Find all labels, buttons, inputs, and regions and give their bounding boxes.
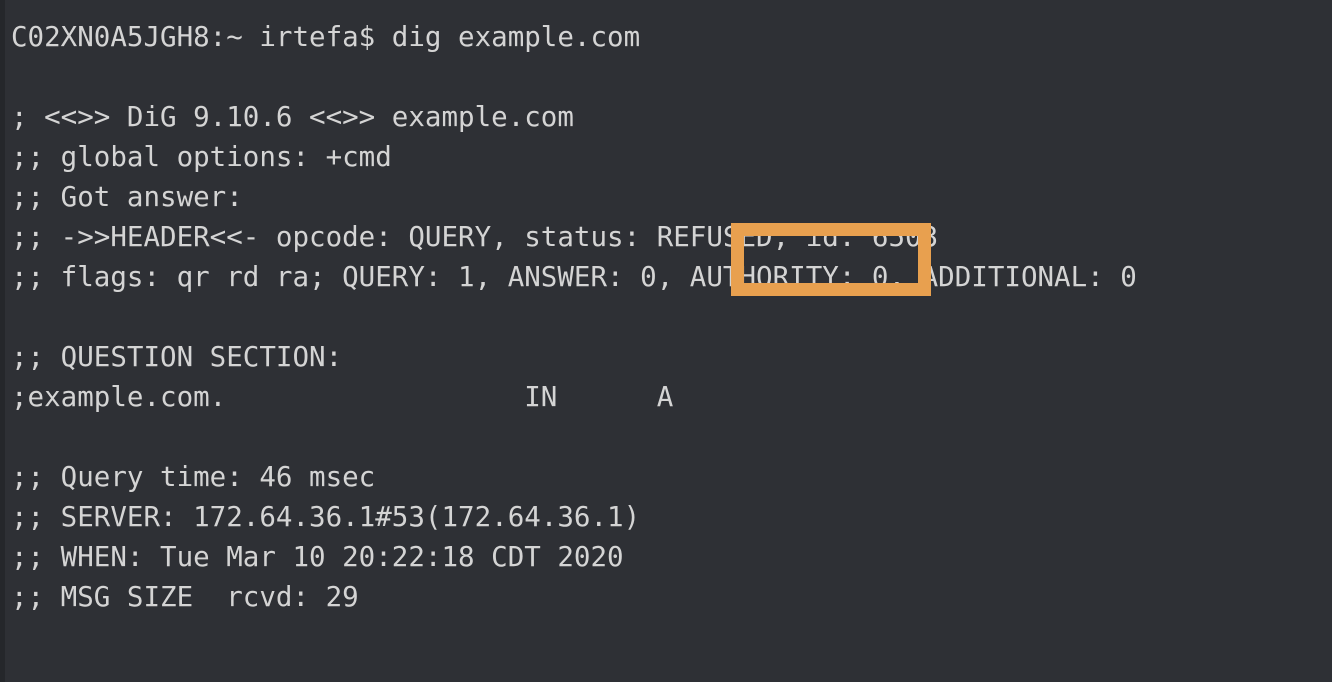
terminal-line-question-section-header: ;; QUESTION SECTION: (11, 341, 343, 373)
terminal-line-server: ;; SERVER: 172.64.36.1#53(172.64.36.1) (11, 501, 641, 533)
terminal-line-header: ;; ->>HEADER<<- opcode: QUERY, status: R… (11, 221, 939, 253)
terminal-line-prompt: C02XN0A5JGH8:~ irtefa$ dig example.com (11, 21, 641, 53)
terminal-line-dig-version: ; <<>> DiG 9.10.6 <<>> example.com (11, 101, 574, 133)
terminal-line-flags: ;; flags: qr rd ra; QUERY: 1, ANSWER: 0,… (11, 261, 1137, 293)
terminal-window[interactable]: C02XN0A5JGH8:~ irtefa$ dig example.com ;… (0, 0, 1332, 682)
terminal-line-got-answer: ;; Got answer: (11, 181, 243, 213)
terminal-line-query-time: ;; Query time: 46 msec (11, 461, 376, 493)
terminal-output: C02XN0A5JGH8:~ irtefa$ dig example.com ;… (11, 17, 1332, 617)
terminal-line-when: ;; WHEN: Tue Mar 10 20:22:18 CDT 2020 (11, 541, 624, 573)
terminal-line-global-options: ;; global options: +cmd (11, 141, 392, 173)
terminal-line-question-record: ;example.com. IN A (11, 381, 674, 413)
terminal-left-gutter (0, 0, 5, 682)
terminal-line-msg-size: ;; MSG SIZE rcvd: 29 (11, 581, 359, 613)
